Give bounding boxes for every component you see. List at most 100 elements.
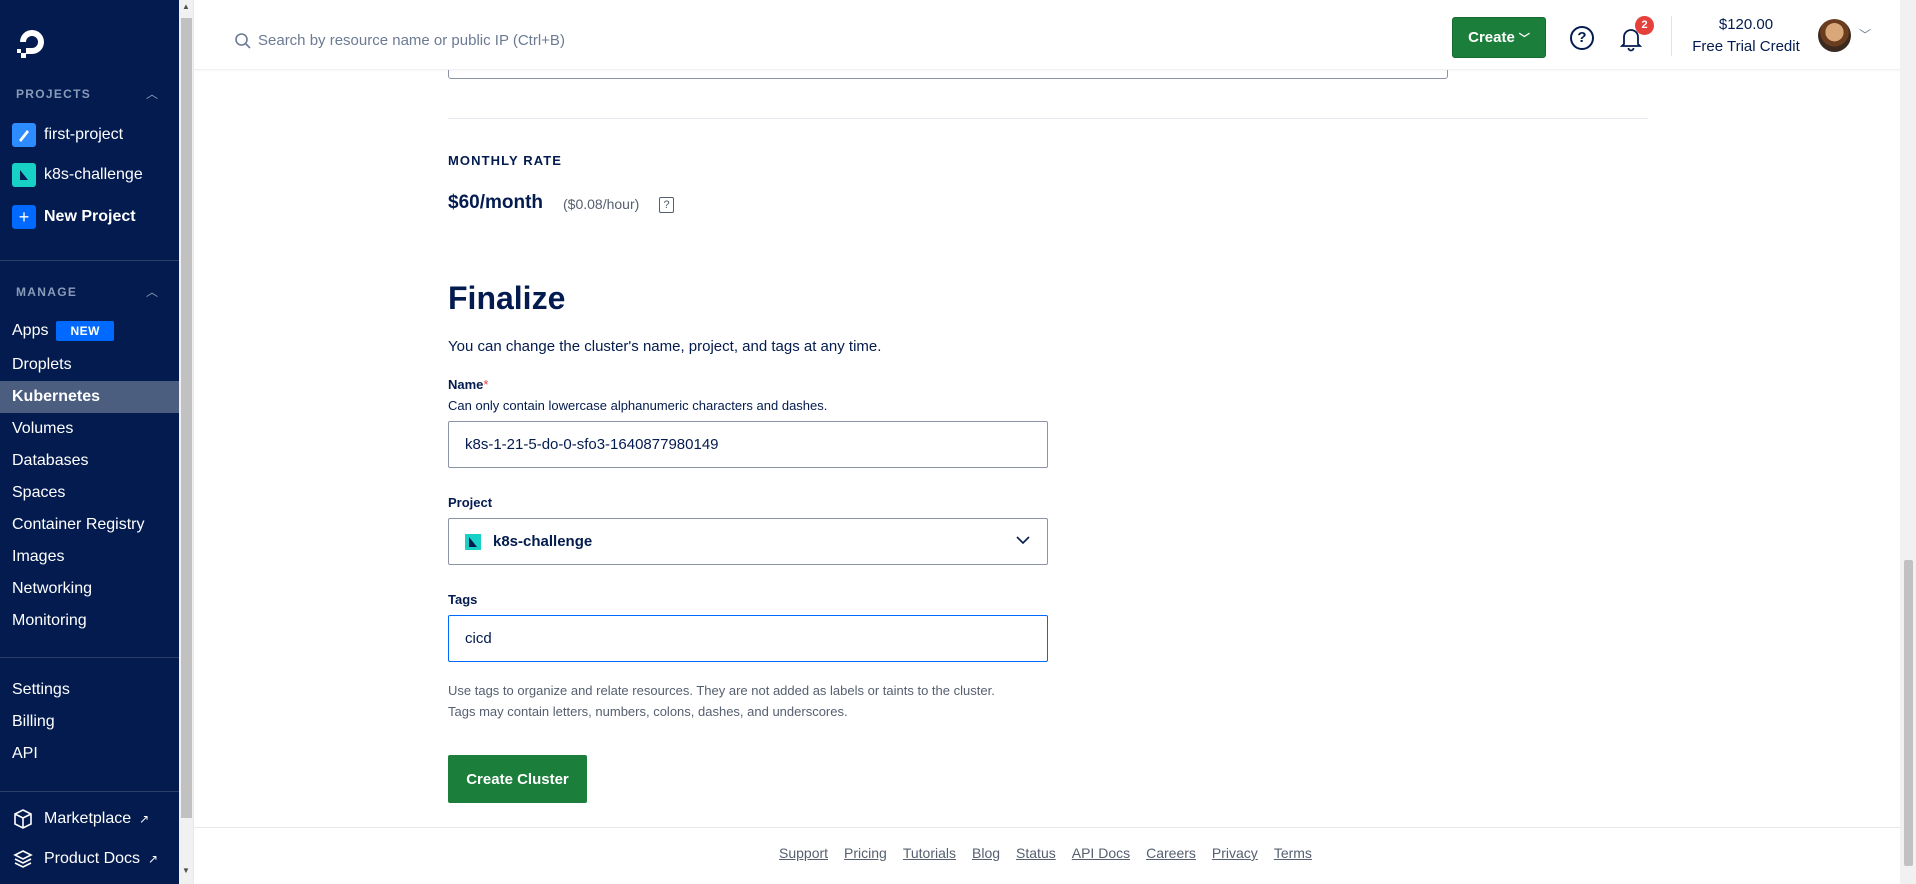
new-project-button[interactable]: + New Project — [12, 203, 136, 231]
sidebar-item-images[interactable]: Images — [0, 541, 179, 573]
chevron-down-icon: ﹀ — [1518, 32, 1530, 45]
header-divider — [1671, 16, 1672, 56]
manage-heading: MANAGE — [16, 285, 78, 299]
finalize-description: You can change the cluster's name, proje… — [448, 338, 882, 355]
kubernetes-project-icon — [12, 163, 36, 187]
project-select[interactable]: k8s-challenge — [448, 518, 1048, 565]
notification-count-badge: 2 — [1635, 16, 1654, 35]
project-select-value: k8s-challenge — [493, 533, 593, 550]
plus-icon: + — [12, 205, 36, 229]
finalize-heading: Finalize — [448, 280, 566, 316]
sidebar-project-label: first-project — [44, 126, 124, 143]
digitalocean-logo-icon[interactable] — [14, 24, 50, 60]
tags-help-line-2: Tags may contain letters, numbers, colon… — [448, 704, 848, 719]
sidebar-project-first-project[interactable]: first-project — [12, 121, 123, 149]
account-chevron-down-icon[interactable]: ﹀ — [1859, 26, 1871, 43]
footer-link-careers[interactable]: Careers — [1146, 845, 1196, 861]
sidebar-item-api[interactable]: API — [0, 738, 179, 770]
new-badge: NEW — [56, 321, 114, 341]
tags-help-line-1: Use tags to organize and relate resource… — [448, 683, 995, 698]
collapse-manage-chevron-icon[interactable]: ︿ — [146, 283, 158, 300]
external-link-icon: ↗ — [139, 812, 150, 826]
sidebar-item-volumes[interactable]: Volumes — [0, 413, 179, 445]
name-help-text: Can only contain lowercase alphanumeric … — [448, 398, 828, 413]
marketplace-label: Marketplace — [44, 810, 132, 827]
credit-display[interactable]: $120.00 Free Trial Credit — [1684, 14, 1808, 58]
projects-heading: PROJECTS — [16, 87, 92, 101]
sidebar-item-monitoring[interactable]: Monitoring — [0, 605, 179, 637]
sidebar-item-label: Spaces — [12, 484, 66, 501]
footer-link-api-docs[interactable]: API Docs — [1072, 845, 1130, 861]
create-button[interactable]: Create ﹀ — [1452, 17, 1546, 58]
page-scrollbar[interactable] — [1900, 0, 1916, 884]
new-project-label: New Project — [44, 208, 136, 225]
monthly-rate-heading: MONTHLY RATE — [448, 153, 563, 168]
required-marker: * — [483, 377, 489, 392]
name-label: Name* — [448, 377, 488, 392]
product-docs-link[interactable]: Product Docs ↗ — [12, 848, 158, 870]
sidebar-item-droplets[interactable]: Droplets — [0, 349, 179, 381]
footer-divider — [194, 827, 1900, 828]
sidebar-item-label: Volumes — [12, 420, 74, 437]
sidebar-item-label: Monitoring — [12, 612, 87, 629]
credit-amount: $120.00 — [1718, 16, 1774, 33]
sidebar-item-spaces[interactable]: Spaces — [0, 477, 179, 509]
sidebar-item-kubernetes[interactable]: Kubernetes — [0, 381, 179, 413]
footer-link-privacy[interactable]: Privacy — [1212, 845, 1258, 861]
help-icon[interactable]: ? — [1570, 26, 1594, 50]
monthly-price: $60/month — [448, 192, 544, 213]
tags-help-text: Use tags to organize and relate resource… — [448, 680, 995, 722]
create-cluster-form: MONTHLY RATE $60/month ($0.08/hour) ? Fi… — [194, 70, 1900, 884]
create-button-label: Create — [1468, 29, 1515, 46]
sidebar-project-label: k8s-challenge — [44, 166, 143, 183]
sidebar-item-label: Images — [12, 548, 65, 565]
sidebar-item-apps[interactable]: Apps NEW — [0, 315, 179, 347]
create-cluster-button[interactable]: Create Cluster — [448, 755, 587, 803]
sidebar-item-label: Apps — [12, 322, 49, 339]
tags-label: Tags — [448, 592, 478, 607]
footer-link-terms[interactable]: Terms — [1274, 845, 1312, 861]
sidebar-item-label: Container Registry — [12, 516, 145, 533]
sidebar-scrollbar-thumb[interactable] — [181, 18, 192, 818]
credit-label: Free Trial Credit — [1692, 38, 1800, 55]
hourly-price: ($0.08/hour) — [563, 196, 640, 212]
footer-link-blog[interactable]: Blog — [972, 845, 1000, 861]
sidebar: PROJECTS ︿ first-project k8s-challenge +… — [0, 0, 179, 884]
tags-input[interactable] — [448, 615, 1048, 662]
sidebar-item-billing[interactable]: Billing — [0, 706, 179, 738]
sidebar-item-settings[interactable]: Settings — [0, 674, 179, 706]
kubernetes-project-icon — [465, 533, 481, 550]
chevron-down-icon — [1016, 536, 1030, 545]
user-avatar[interactable] — [1818, 19, 1851, 52]
search-input[interactable] — [258, 26, 858, 54]
sidebar-item-label: Networking — [12, 580, 93, 597]
search-icon — [235, 33, 251, 49]
footer-link-support[interactable]: Support — [779, 845, 828, 861]
sidebar-scrollbar[interactable]: ▲ ▼ — [179, 0, 194, 884]
cluster-name-input[interactable] — [448, 421, 1048, 468]
sidebar-item-label: Kubernetes — [12, 388, 101, 405]
sidebar-item-databases[interactable]: Databases — [0, 445, 179, 477]
cube-icon — [14, 809, 32, 829]
section-divider — [448, 118, 1648, 119]
marketplace-link[interactable]: Marketplace ↗ — [12, 808, 149, 830]
previous-section-box — [448, 70, 1448, 79]
footer-link-tutorials[interactable]: Tutorials — [903, 845, 956, 861]
sidebar-project-k8s-challenge[interactable]: k8s-challenge — [12, 161, 143, 189]
project-label: Project — [448, 495, 493, 510]
external-link-icon: ↗ — [148, 852, 159, 866]
sidebar-item-networking[interactable]: Networking — [0, 573, 179, 605]
page-scrollbar-thumb[interactable] — [1904, 560, 1913, 866]
pricing-help-icon[interactable]: ? — [659, 197, 674, 213]
footer-links: Support Pricing Tutorials Blog Status AP… — [779, 845, 1312, 861]
scroll-down-arrow-icon[interactable]: ▼ — [182, 866, 190, 875]
sidebar-divider — [0, 791, 179, 792]
footer-link-status[interactable]: Status — [1016, 845, 1056, 861]
top-bar: Create ﹀ ? 2 $120.00 Free Trial Credit ﹀ — [194, 0, 1900, 70]
sidebar-item-label: Droplets — [12, 356, 72, 373]
collapse-projects-chevron-icon[interactable]: ︿ — [146, 85, 158, 102]
layers-icon — [13, 850, 33, 868]
scroll-up-arrow-icon[interactable]: ▲ — [182, 2, 190, 11]
sidebar-item-container-registry[interactable]: Container Registry — [0, 509, 179, 541]
footer-link-pricing[interactable]: Pricing — [844, 845, 887, 861]
